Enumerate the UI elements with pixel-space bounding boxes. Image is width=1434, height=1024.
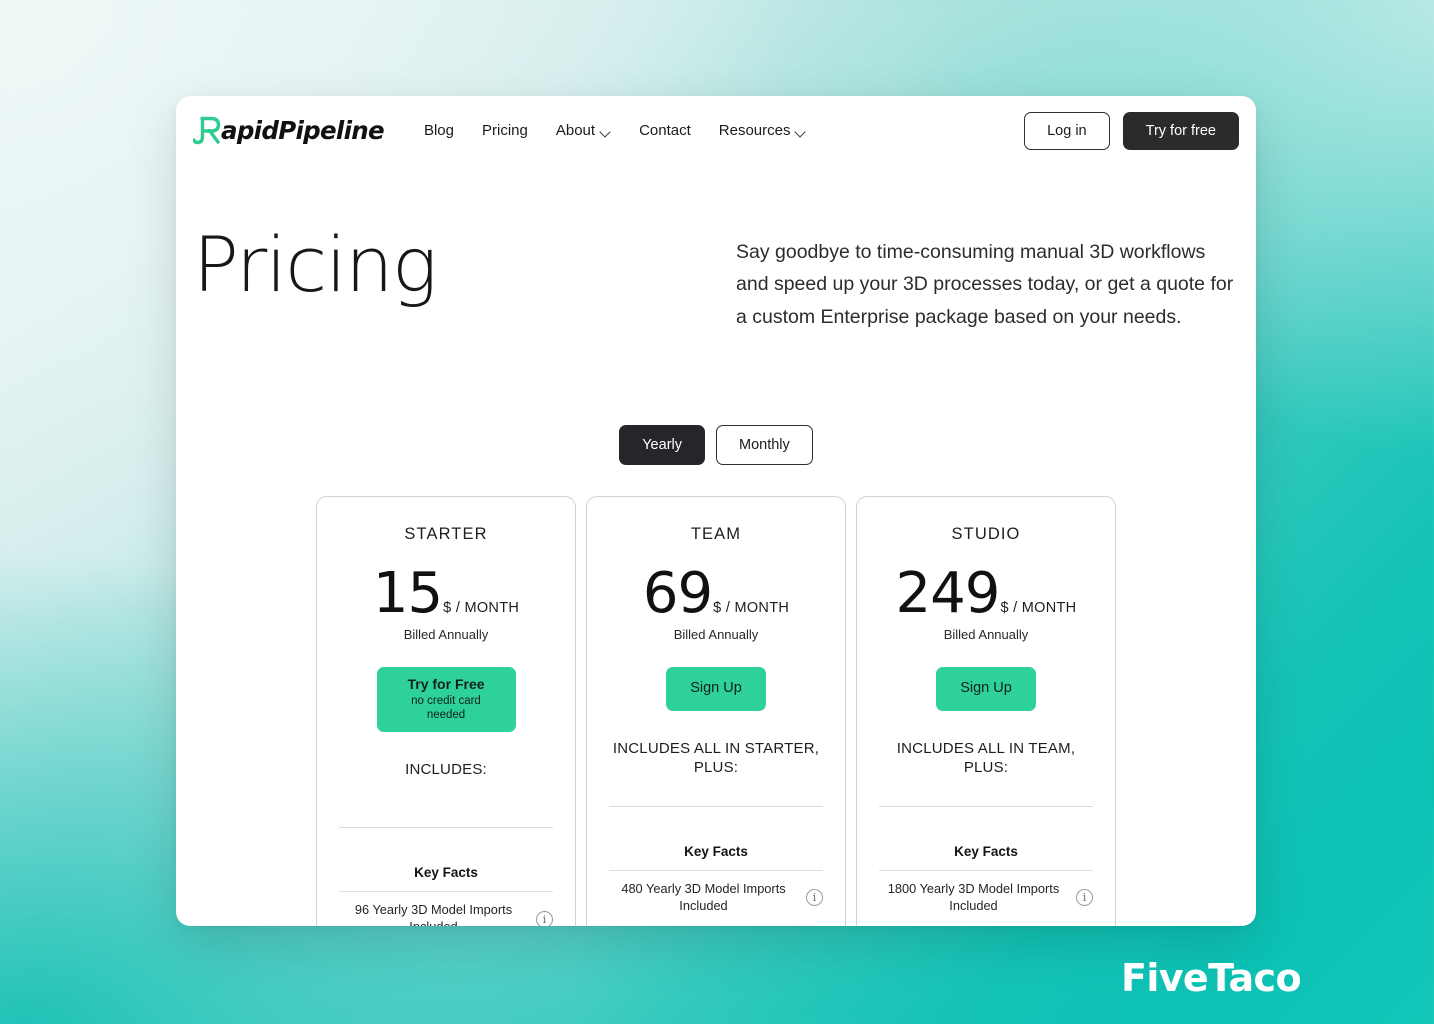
login-button[interactable]: Log in [1024, 111, 1110, 150]
plan-name: TEAM [690, 525, 742, 544]
try-for-free-button[interactable]: Try for free [1122, 111, 1239, 150]
plan-price-amount: 249 [895, 561, 1001, 627]
nav-item-about[interactable]: About [556, 122, 611, 139]
plan-cta-label: Sign Up [690, 680, 742, 697]
plan-divider [609, 805, 823, 807]
nav-item-label: Pricing [482, 122, 528, 139]
pricing-card-team: TEAM 69 $ / MONTH Billed Annually Sign U… [586, 496, 846, 926]
site-logo[interactable]: apidPipeline [193, 115, 385, 147]
plan-billing-note: Billed Annually [943, 627, 1029, 643]
header-actions: Log in Try for free [1024, 111, 1239, 150]
plan-fact-text: 96 Yearly 3D Model Imports Included [354, 902, 513, 926]
plan-key-facts-heading: Key Facts [954, 843, 1018, 859]
nav-item-blog[interactable]: Blog [424, 122, 454, 139]
plan-name: STUDIO [951, 525, 1021, 544]
rapidpipeline-r-mark-icon [193, 115, 223, 147]
info-icon[interactable]: i [1076, 889, 1093, 907]
plan-divider [339, 827, 553, 829]
hero-description: Say goodbye to time-consuming manual 3D … [736, 241, 1234, 328]
info-icon[interactable]: i [806, 889, 823, 907]
toggle-monthly[interactable]: Monthly [716, 425, 813, 466]
plan-name: STARTER [404, 525, 488, 544]
plan-price-unit: $ / MONTH [443, 600, 520, 617]
pricing-card-studio: STUDIO 249 $ / MONTH Billed Annually Sig… [856, 496, 1116, 926]
plan-includes-heading: INCLUDES: [405, 761, 487, 779]
pricing-cards: STARTER 15 $ / MONTH Billed Annually Try… [176, 496, 1256, 926]
plan-cta-wrap: Sign Up [609, 667, 823, 711]
plan-divider [879, 805, 1093, 807]
plan-includes-heading: INCLUDES ALL IN STARTER, PLUS: [612, 739, 820, 777]
toggle-yearly[interactable]: Yearly [619, 425, 705, 466]
site-logo-text: apidPipeline [221, 116, 385, 145]
plan-cta-label: Sign Up [960, 680, 1012, 697]
info-icon[interactable]: i [536, 910, 553, 926]
site-header: apidPipeline Blog Pricing About Contact … [176, 96, 1256, 165]
plan-billing-note: Billed Annually [403, 627, 489, 643]
nav-item-label: About [555, 122, 596, 139]
nav-item-label: Resources [718, 122, 791, 139]
page-title: Pricing [193, 220, 438, 309]
sign-up-button-team[interactable]: Sign Up [666, 667, 766, 711]
plan-price: 69 $ / MONTH [609, 566, 823, 622]
plan-cta-sublabel: no credit card needed [411, 695, 481, 722]
plan-key-facts-heading: Key Facts [414, 865, 478, 881]
plan-billing-note: Billed Annually [673, 627, 759, 643]
plan-cta-wrap: Try for Free no credit card needed [339, 667, 553, 733]
main-nav: Blog Pricing About Contact Resources [424, 122, 807, 139]
plan-fact-row: 480 Yearly 3D Model Imports Included i [609, 869, 823, 926]
plan-fact-text: 1800 Yearly 3D Model Imports Included [887, 880, 1060, 913]
hero-section: Pricing Say goodbye to time-consuming ma… [176, 165, 1256, 333]
plan-includes-heading: INCLUDES ALL IN TEAM, PLUS: [896, 739, 1076, 777]
plan-price-unit: $ / MONTH [1000, 600, 1077, 617]
plan-price: 15 $ / MONTH [339, 566, 553, 622]
plan-price: 249 $ / MONTH [879, 566, 1093, 622]
fivetaco-watermark: FiveTaco [1120, 956, 1302, 1000]
nav-item-label: Contact [639, 122, 691, 139]
plan-cta-wrap: Sign Up [879, 667, 1093, 711]
plan-fact-row: 96 Yearly 3D Model Imports Included i [339, 891, 553, 926]
sign-up-button-studio[interactable]: Sign Up [936, 667, 1036, 711]
plan-fact-row: 1800 Yearly 3D Model Imports Included i [879, 869, 1093, 926]
chevron-down-icon [796, 127, 806, 137]
chevron-down-icon [601, 127, 611, 137]
billing-period-toggle: Yearly Monthly [176, 425, 1256, 466]
plan-key-facts-heading: Key Facts [684, 843, 748, 859]
nav-item-resources[interactable]: Resources [719, 122, 807, 139]
plan-cta-label: Try for Free [407, 676, 485, 693]
plan-fact-text: 480 Yearly 3D Model Imports Included [621, 880, 786, 913]
plan-price-amount: 69 [642, 561, 713, 627]
browser-panel: apidPipeline Blog Pricing About Contact … [176, 96, 1256, 926]
nav-item-contact[interactable]: Contact [639, 122, 691, 139]
plan-price-unit: $ / MONTH [713, 600, 790, 617]
plan-price-amount: 15 [372, 561, 443, 627]
pricing-card-starter: STARTER 15 $ / MONTH Billed Annually Try… [316, 496, 576, 926]
nav-item-label: Blog [423, 122, 454, 139]
try-for-free-plan-button[interactable]: Try for Free no credit card needed [376, 667, 516, 733]
nav-item-pricing[interactable]: Pricing [482, 122, 528, 139]
